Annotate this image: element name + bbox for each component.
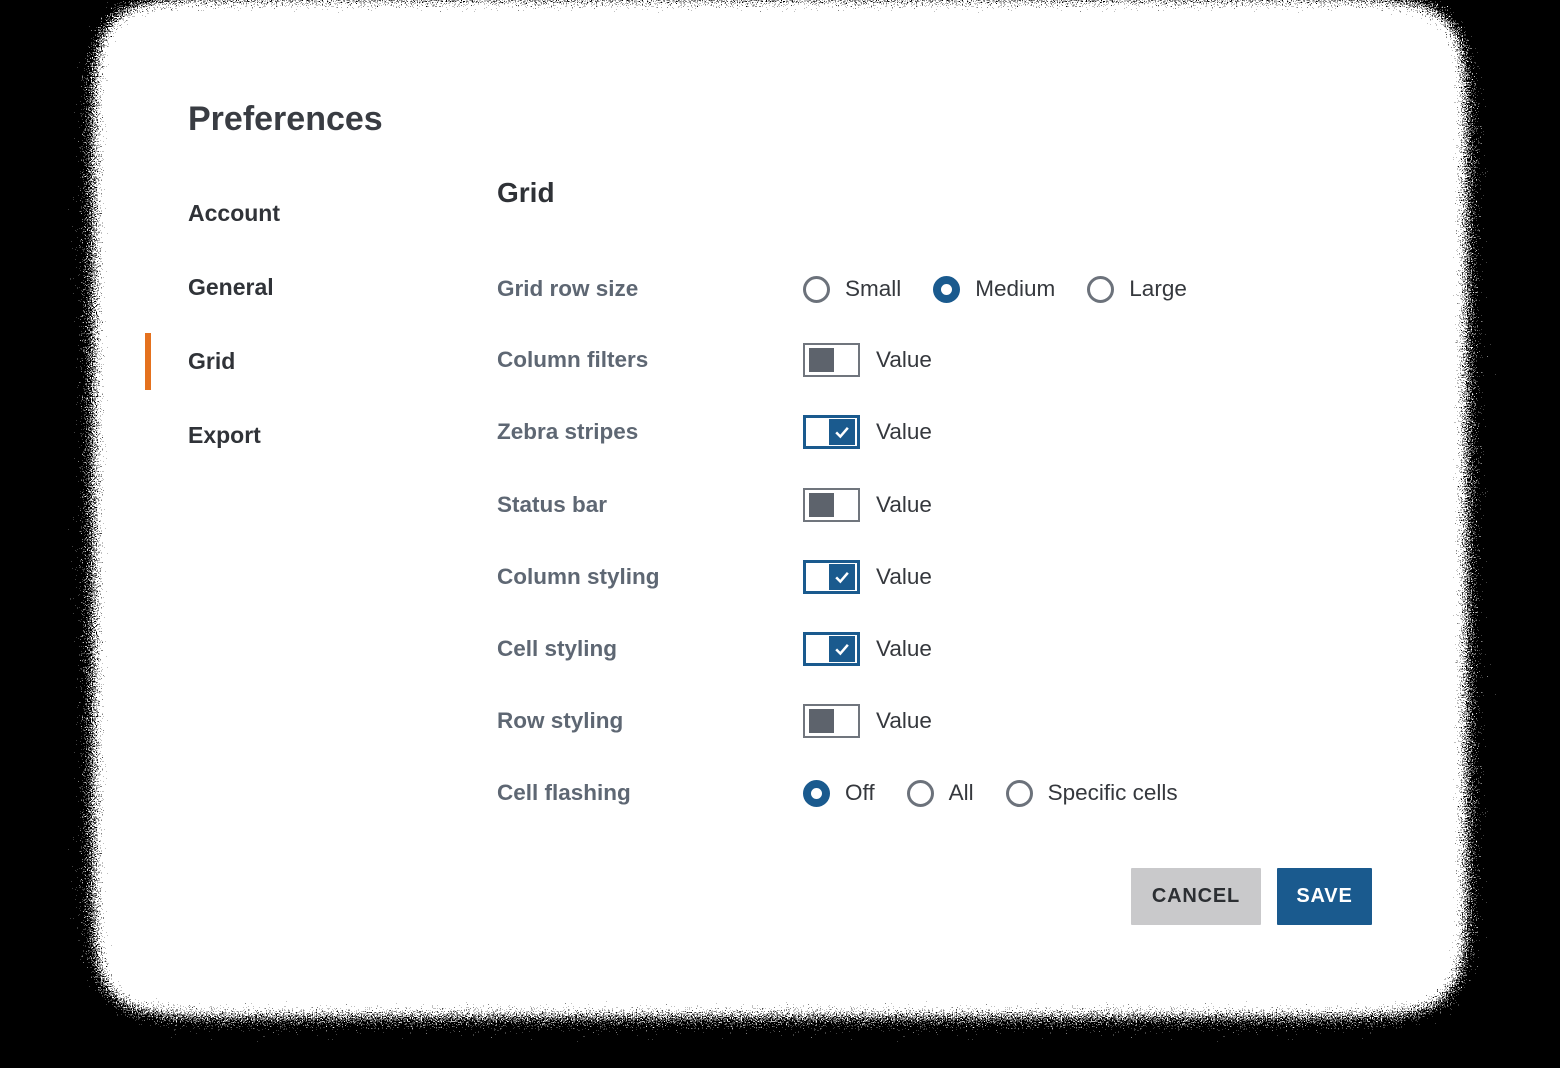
setting-label: Cell flashing: [497, 780, 803, 806]
toggle-value-label: Value: [876, 419, 932, 445]
setting-row-status-bar: Status bar Value: [497, 485, 932, 525]
setting-label: Grid row size: [497, 276, 803, 302]
radio-option-small[interactable]: Small: [803, 276, 901, 303]
setting-row-column-styling: Column styling Value: [497, 557, 932, 597]
radio-icon: [907, 780, 934, 807]
screenshot-canvas: Preferences Account General Grid Export …: [0, 0, 1560, 1068]
toggle-knob: [829, 636, 855, 662]
radio-option-specific-cells[interactable]: Specific cells: [1006, 780, 1178, 807]
setting-row-column-filters: Column filters Value: [497, 340, 932, 380]
radio-option-label: Large: [1129, 276, 1187, 302]
dialog-title: Preferences: [188, 100, 383, 139]
setting-row-zebra-stripes: Zebra stripes Value: [497, 412, 932, 452]
toggle-value-label: Value: [876, 492, 932, 518]
toggle-value-label: Value: [876, 347, 932, 373]
radio-option-label: Small: [845, 276, 901, 302]
column-filters-toggle[interactable]: [803, 343, 860, 377]
row-styling-toggle[interactable]: [803, 704, 860, 738]
toggle-knob: [809, 348, 834, 372]
setting-label: Cell styling: [497, 636, 803, 662]
setting-row-grid-row-size: Grid row size Small Medium Large: [497, 269, 1187, 309]
setting-row-row-styling: Row styling Value: [497, 701, 932, 741]
checkmark-icon: [832, 567, 852, 587]
cell-styling-toggle[interactable]: [803, 632, 860, 666]
radio-option-label: All: [949, 780, 974, 806]
grid-row-size-radio-group: Small Medium Large: [803, 276, 1187, 303]
radio-icon: [933, 276, 960, 303]
setting-row-cell-styling: Cell styling Value: [497, 629, 932, 669]
radio-option-large[interactable]: Large: [1087, 276, 1187, 303]
radio-option-off[interactable]: Off: [803, 780, 875, 807]
cancel-button[interactable]: CANCEL: [1131, 868, 1261, 925]
checkmark-icon: [832, 639, 852, 659]
preferences-dialog: Preferences Account General Grid Export …: [140, 45, 1420, 970]
sidebar-item-export[interactable]: Export: [188, 421, 261, 449]
toggle-value-label: Value: [876, 708, 932, 734]
toggle-value-label: Value: [876, 636, 932, 662]
radio-icon: [803, 276, 830, 303]
panel-heading: Grid: [497, 177, 555, 209]
setting-label: Column styling: [497, 564, 803, 590]
dialog-footer: CANCEL SAVE: [1131, 868, 1372, 925]
status-bar-toggle[interactable]: [803, 488, 860, 522]
zebra-stripes-toggle[interactable]: [803, 415, 860, 449]
radio-icon: [1006, 780, 1033, 807]
sidebar-item-general[interactable]: General: [188, 273, 274, 301]
toggle-knob: [809, 709, 834, 733]
toggle-value-label: Value: [876, 564, 932, 590]
cell-flashing-radio-group: Off All Specific cells: [803, 780, 1178, 807]
column-styling-toggle[interactable]: [803, 560, 860, 594]
sidebar-item-account[interactable]: Account: [188, 199, 280, 227]
setting-label: Column filters: [497, 347, 803, 373]
radio-option-label: Specific cells: [1048, 780, 1178, 806]
radio-option-all[interactable]: All: [907, 780, 974, 807]
toggle-knob: [829, 419, 855, 445]
toggle-knob: [809, 493, 834, 517]
sidebar-item-grid[interactable]: Grid: [188, 347, 235, 375]
radio-icon: [803, 780, 830, 807]
toggle-knob: [829, 564, 855, 590]
radio-option-label: Off: [845, 780, 875, 806]
checkmark-icon: [832, 422, 852, 442]
active-nav-indicator: [145, 333, 151, 390]
setting-label: Zebra stripes: [497, 419, 803, 445]
radio-option-label: Medium: [975, 276, 1055, 302]
setting-label: Status bar: [497, 492, 803, 518]
setting-row-cell-flashing: Cell flashing Off All Specific cells: [497, 773, 1178, 813]
radio-option-medium[interactable]: Medium: [933, 276, 1055, 303]
setting-label: Row styling: [497, 708, 803, 734]
save-button[interactable]: SAVE: [1277, 868, 1372, 925]
radio-icon: [1087, 276, 1114, 303]
